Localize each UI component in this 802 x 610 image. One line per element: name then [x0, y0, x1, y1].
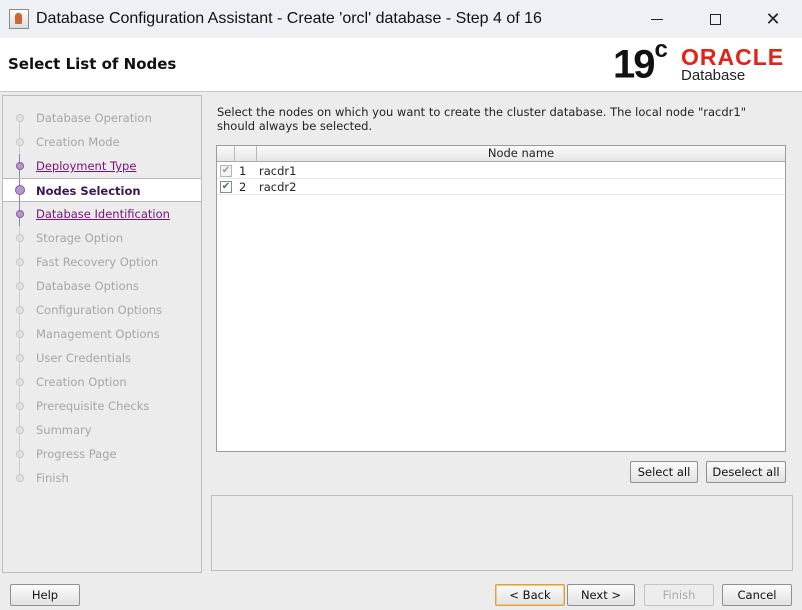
close-button[interactable]: ✕ — [744, 0, 802, 38]
minimize-icon — [651, 18, 663, 20]
step-dot-icon — [16, 306, 24, 314]
node-checkbox: ✔ — [220, 165, 232, 177]
step-dot-icon — [16, 282, 24, 290]
step-item[interactable]: Database Identification — [3, 202, 201, 226]
maximize-button[interactable] — [686, 0, 744, 38]
step-label: Fast Recovery Option — [36, 255, 159, 269]
step-dot-icon — [16, 138, 24, 146]
step-item: Finish — [3, 466, 201, 490]
step-label: Progress Page — [36, 447, 117, 461]
step-item[interactable]: Deployment Type — [3, 154, 201, 178]
step-label: Management Options — [36, 327, 160, 341]
step-dot-icon — [16, 426, 24, 434]
step-dot-icon — [16, 162, 24, 170]
step-item: Progress Page — [3, 442, 201, 466]
step-item: Configuration Options — [3, 298, 201, 322]
step-item: Database Options — [3, 274, 201, 298]
step-item: Storage Option — [3, 226, 201, 250]
next-button[interactable]: Next > — [567, 584, 635, 606]
step-item: Management Options — [3, 322, 201, 346]
step-dot-icon — [16, 258, 24, 266]
select-all-button[interactable]: Select all — [630, 461, 698, 483]
step-label: Database Identification — [36, 207, 170, 221]
step-dot-icon — [16, 114, 24, 122]
window-title: Database Configuration Assistant - Creat… — [36, 10, 542, 27]
step-item: Creation Mode — [3, 130, 201, 154]
page-header: Select List of Nodes 19c ORACLE Database — [0, 36, 802, 92]
header-node-name: Node name — [487, 146, 555, 160]
step-label: Creation Option — [36, 375, 127, 389]
node-name: racdr2 — [259, 180, 297, 194]
table-row[interactable]: ✔ 2 racdr2 — [217, 179, 785, 195]
main-content: Select the nodes on which you want to cr… — [204, 95, 800, 573]
node-table: Node name ✔ 1 racdr1 ✔ 2 racdr2 — [216, 145, 786, 452]
step-dot-icon — [16, 402, 24, 410]
step-label: Database Options — [36, 279, 139, 293]
step-label: Nodes Selection — [36, 184, 141, 198]
step-label: Database Operation — [36, 111, 152, 125]
step-label: Storage Option — [36, 231, 124, 245]
step-item: Database Operation — [3, 106, 201, 130]
step-label: Finish — [36, 471, 69, 485]
step-dot-icon — [16, 234, 24, 242]
back-button[interactable]: < Back — [495, 584, 565, 606]
minimize-button[interactable] — [628, 0, 686, 38]
step-item: Summary — [3, 418, 201, 442]
header-select-column — [217, 146, 235, 162]
step-item: Fast Recovery Option — [3, 250, 201, 274]
row-number: 1 — [239, 164, 247, 178]
logo-product: Database — [681, 67, 746, 84]
step-dot-icon — [16, 354, 24, 362]
step-label: Summary — [36, 423, 92, 437]
help-button[interactable]: Help — [10, 584, 80, 606]
cancel-button[interactable]: Cancel — [722, 584, 792, 606]
step-dot-icon — [16, 210, 24, 218]
step-item: Prerequisite Checks — [3, 394, 201, 418]
table-row[interactable]: ✔ 1 racdr1 — [217, 163, 785, 179]
maximize-icon — [709, 13, 721, 25]
node-checkbox[interactable]: ✔ — [220, 181, 232, 193]
row-number: 2 — [239, 180, 247, 194]
step-dot-icon — [16, 450, 24, 458]
step-dot-icon — [16, 378, 24, 386]
instructions-text: Select the nodes on which you want to cr… — [217, 105, 746, 133]
node-name: racdr1 — [259, 164, 297, 178]
step-dot-icon — [15, 185, 25, 195]
table-header: Node name — [217, 146, 785, 162]
close-icon: ✕ — [765, 8, 781, 30]
deselect-all-button[interactable]: Deselect all — [706, 461, 786, 483]
logo-version: 19c — [613, 36, 668, 87]
java-app-icon — [9, 9, 29, 29]
page-title: Select List of Nodes — [8, 55, 177, 73]
step-item: Nodes Selection — [3, 178, 201, 203]
step-item: User Credentials — [3, 346, 201, 370]
step-item: Creation Option — [3, 370, 201, 394]
step-label: Deployment Type — [36, 159, 137, 173]
step-navigation: Database Operation Creation Mode Deploymen… — [2, 95, 202, 573]
message-panel — [211, 495, 793, 571]
finish-button: Finish — [644, 584, 714, 606]
step-dot-icon — [16, 474, 24, 482]
step-label: Prerequisite Checks — [36, 399, 150, 413]
step-label: Configuration Options — [36, 303, 163, 317]
step-label: User Credentials — [36, 351, 132, 365]
header-number-column — [235, 146, 257, 162]
step-dot-icon — [16, 330, 24, 338]
step-label: Creation Mode — [36, 135, 120, 149]
title-bar: Database Configuration Assistant - Creat… — [0, 0, 802, 38]
